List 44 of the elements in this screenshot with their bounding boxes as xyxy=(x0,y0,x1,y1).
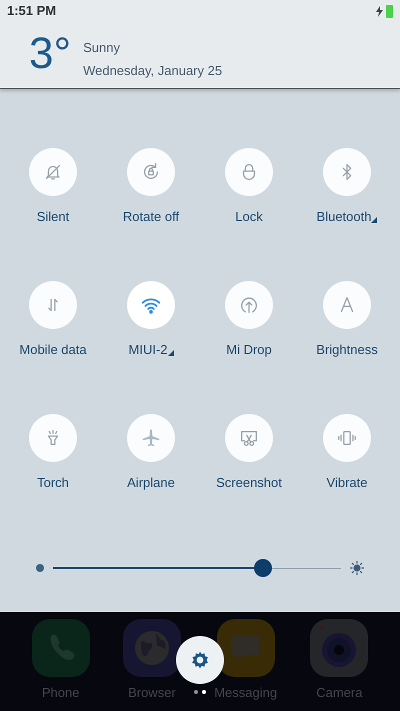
app-label: Phone xyxy=(42,684,80,702)
toggle-label: Vibrate xyxy=(326,475,368,491)
toggle-label: Brightness xyxy=(316,342,378,358)
toggle-label: MIUI-2 xyxy=(128,342,168,358)
browser-app-icon[interactable] xyxy=(122,619,181,677)
expand-corner-icon xyxy=(371,217,378,223)
toggle-button[interactable] xyxy=(323,148,371,196)
app-label: Camera xyxy=(316,684,362,702)
weather-condition: Sunny xyxy=(83,39,121,57)
toggle-button[interactable] xyxy=(127,148,175,196)
toggle-button[interactable] xyxy=(323,414,371,462)
toggle-label: Mi Drop xyxy=(226,342,272,358)
weather-date: Wednesday, January 25 xyxy=(83,62,222,80)
app-label: Messaging xyxy=(214,684,278,702)
settings-icon xyxy=(190,650,210,670)
toggle-button[interactable] xyxy=(323,281,371,329)
toggle-label: Rotate off xyxy=(122,209,180,225)
toggle-label: Screenshot xyxy=(216,475,282,491)
toggle-button[interactable] xyxy=(29,281,77,329)
app-label: Browser xyxy=(128,684,176,702)
toggle-label: Airplane xyxy=(127,475,175,491)
toggle-button[interactable] xyxy=(225,148,273,196)
camera-app-icon[interactable] xyxy=(310,619,368,677)
status-time: 1:51 PM xyxy=(7,2,56,20)
dim-icon xyxy=(36,564,44,572)
toggle-label: Torch xyxy=(37,475,69,491)
toggle-label: Bluetooth xyxy=(316,209,372,225)
toggle-button[interactable] xyxy=(225,281,273,329)
battery-icon xyxy=(386,4,393,18)
expand-corner-icon xyxy=(168,350,174,356)
toggle-button[interactable] xyxy=(29,414,77,462)
temperature: 3° xyxy=(29,32,72,76)
toggle-label: Silent xyxy=(36,209,70,225)
toggle-button[interactable] xyxy=(127,281,175,329)
toggle-button[interactable] xyxy=(225,414,273,462)
toggle-label: Lock xyxy=(235,209,263,225)
brightness-slider[interactable] xyxy=(53,559,341,577)
toggle-button[interactable] xyxy=(127,414,175,462)
toggle-button[interactable] xyxy=(29,148,77,196)
messaging-app-icon[interactable] xyxy=(216,619,275,677)
airplane-icon xyxy=(140,427,162,449)
sun-icon xyxy=(350,561,364,575)
phone-app-icon[interactable] xyxy=(32,619,90,677)
toggle-label: Mobile data xyxy=(19,342,87,358)
